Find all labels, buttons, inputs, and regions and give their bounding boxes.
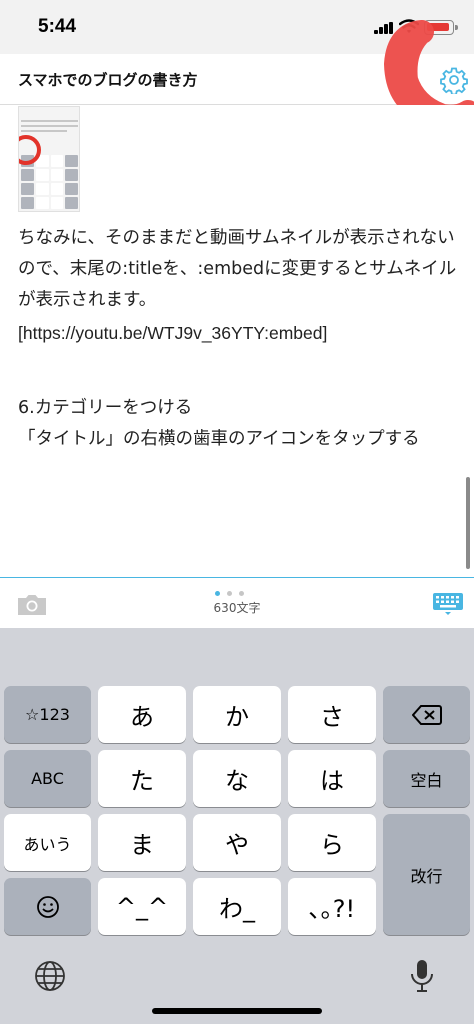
step-text: 「タイトル」の右横の歯車のアイコンをタップする [18,429,420,449]
key-a[interactable]: あ [98,686,186,743]
status-time: 5:44 [38,16,77,37]
char-count: 630文字 [213,601,261,615]
emoji-icon [36,895,59,918]
key-na[interactable]: な [193,750,281,807]
page-indicator[interactable] [215,581,251,596]
key-ya[interactable]: や [193,814,281,871]
key-kana[interactable]: あいう [4,814,91,871]
battery-icon [424,20,458,35]
key-kaomoji[interactable]: ^_^ [98,878,186,935]
editor-header: スマホでのブログの書き方 [0,54,474,105]
paragraph-text: ちなみに、そのままだと動画サムネイルが表示されないので、末尾の:titleを、:… [18,228,457,310]
key-ra[interactable]: ら [288,814,376,871]
backspace-key[interactable] [383,686,470,743]
key-ta[interactable]: た [98,750,186,807]
backspace-icon [411,704,442,725]
editor-body[interactable]: ちなみに、そのままだと動画サムネイルが表示されないので、末尾の:titleを、:… [0,105,474,578]
step-heading: 6.カテゴリーをつける [18,398,193,418]
key-wa[interactable]: わ_ [193,878,281,935]
key-ha[interactable]: は [288,750,376,807]
embed-url: [https://youtu.be/WTJ9v_36YTY:embed] [18,323,328,343]
enter-key[interactable]: 改行 [383,814,470,935]
keyboard-toggle-icon[interactable] [433,593,463,615]
editor-toolbar: 630文字 [0,578,474,628]
cellular-signal-icon [374,22,394,34]
key-abc[interactable]: ABC [4,750,91,807]
key-punctuation[interactable]: ､｡?! [288,878,376,935]
wifi-icon [399,19,419,33]
microphone-icon[interactable] [409,958,435,994]
page-title: スマホでのブログの書き方 [18,71,198,89]
screenshot-thumbnail[interactable] [18,106,80,212]
space-key[interactable]: 空白 [383,750,470,807]
key-sa[interactable]: さ [288,686,376,743]
emoji-key[interactable] [4,878,91,935]
key-ka[interactable]: か [193,686,281,743]
key-ma[interactable]: ま [98,814,186,871]
scrollbar[interactable] [466,477,470,569]
gear-icon[interactable] [440,66,468,94]
home-indicator[interactable] [152,1008,322,1014]
key-numbers[interactable]: ☆123 [4,686,91,743]
status-bar: 5:44 [0,0,474,54]
globe-icon[interactable] [34,960,66,992]
